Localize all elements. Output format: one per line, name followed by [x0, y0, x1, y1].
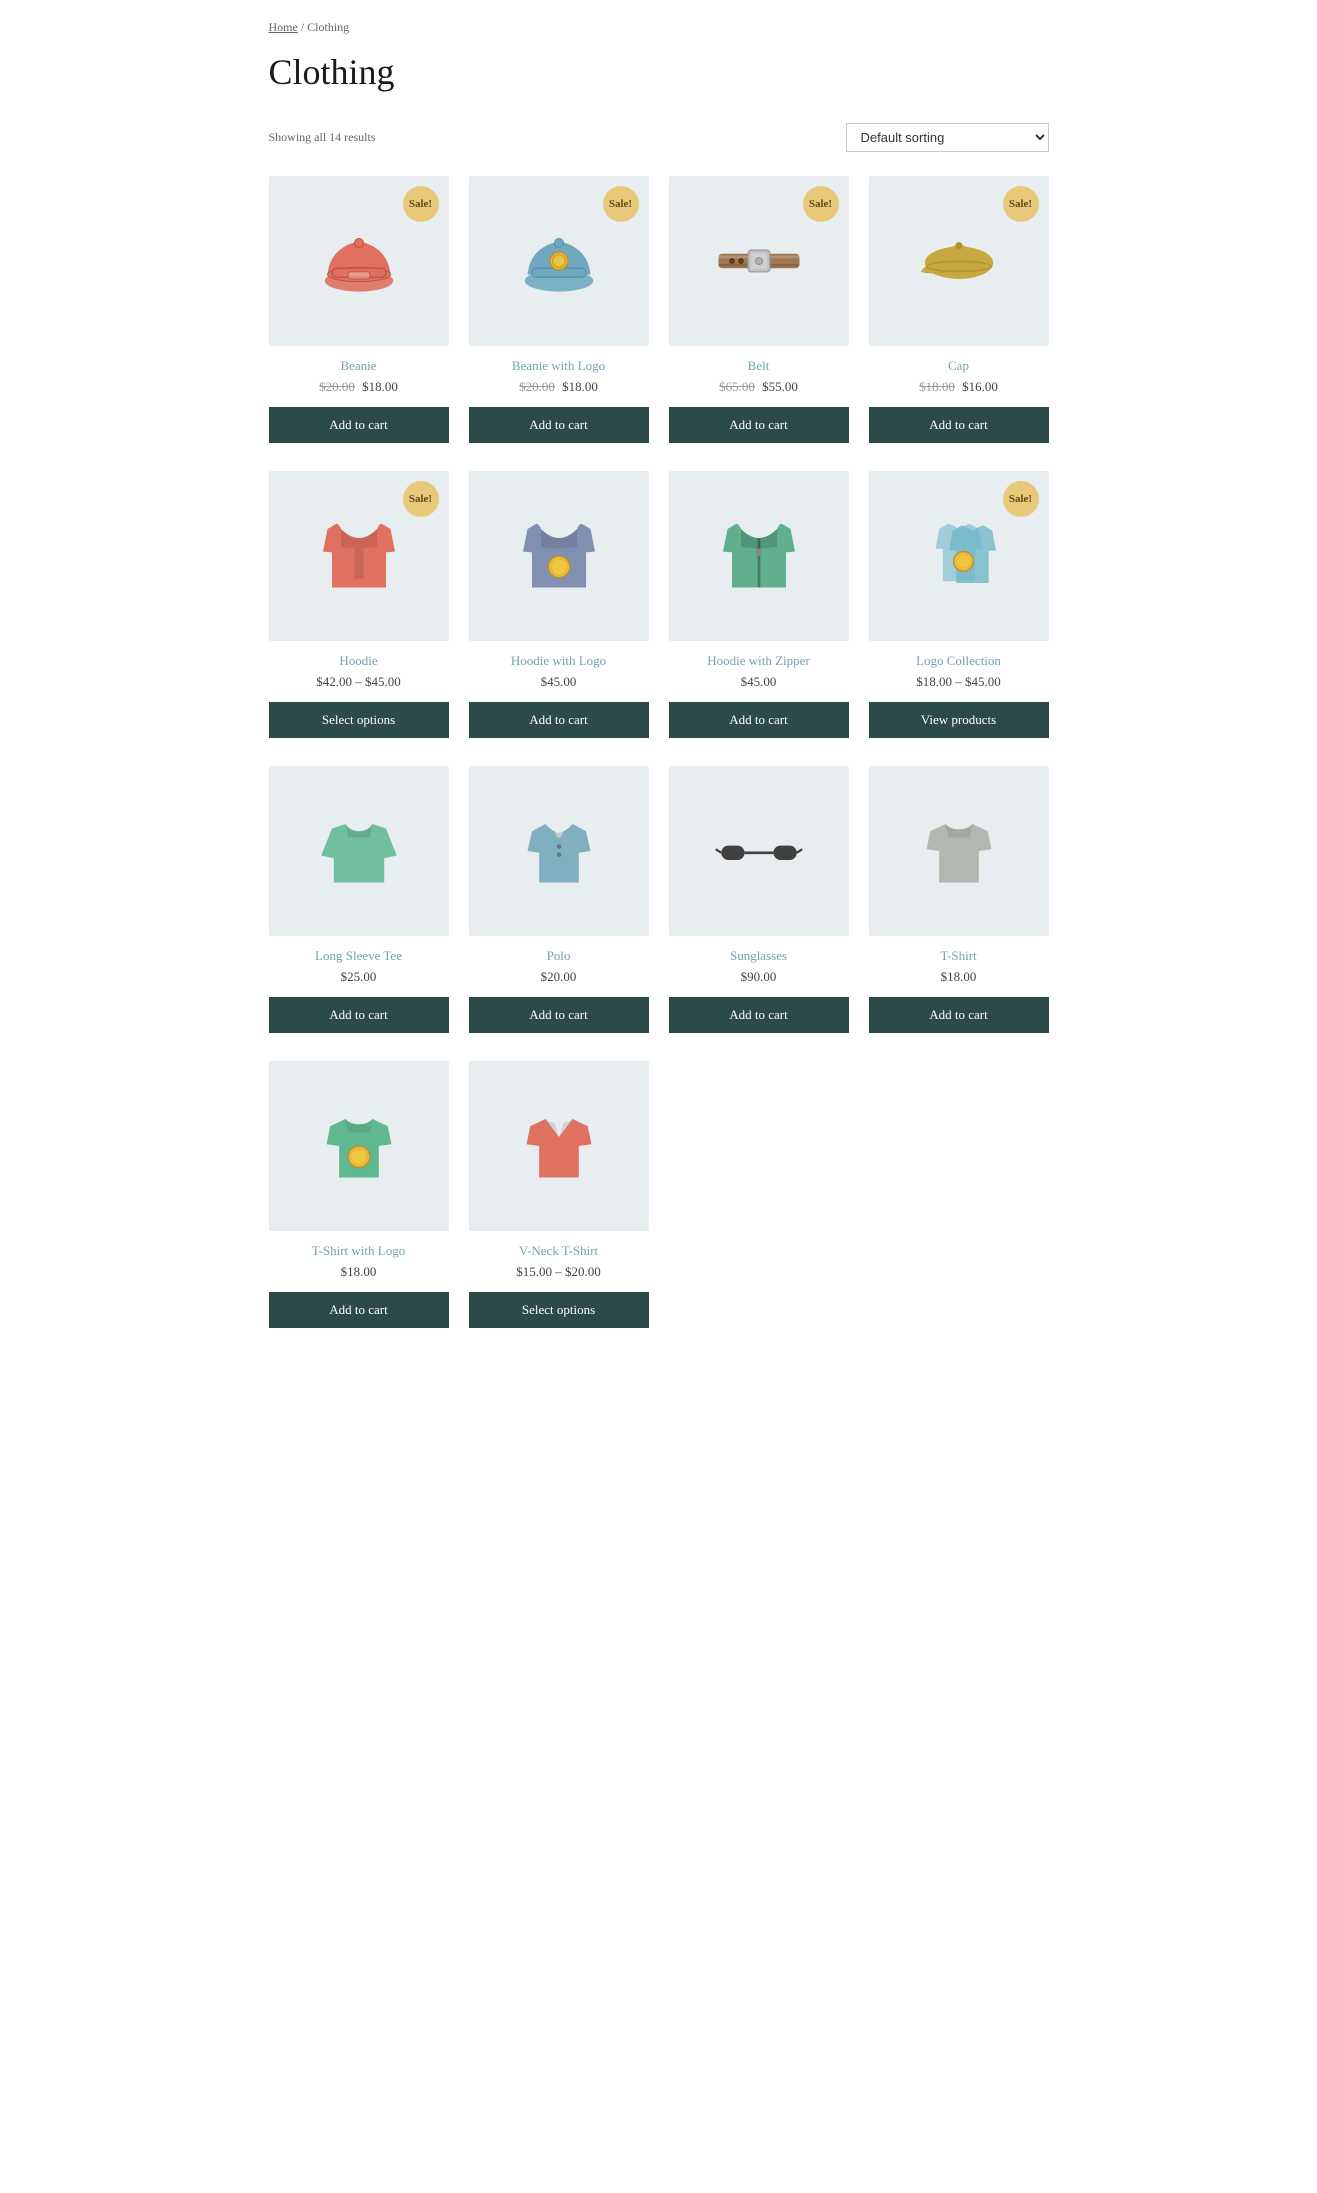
sale-badge: Sale!	[803, 186, 839, 222]
product-card: V-Neck T-Shirt $15.00 – $20.00 Select op…	[469, 1061, 649, 1328]
product-card: Sale! Hoodie $42.00 – $45.00 Select opti…	[269, 471, 449, 738]
add-to-cart-button[interactable]: Add to cart	[669, 407, 849, 443]
sale-badge: Sale!	[1003, 481, 1039, 517]
view-products-button[interactable]: View products	[869, 702, 1049, 738]
add-to-cart-button[interactable]: Add to cart	[469, 702, 649, 738]
product-card: Sale! Beanie $20.00 $18.00 Add to cart	[269, 176, 449, 443]
product-image	[489, 786, 629, 916]
product-image-wrap	[469, 1061, 649, 1231]
add-to-cart-button[interactable]: Add to cart	[669, 702, 849, 738]
product-name: Long Sleeve Tee	[315, 948, 402, 964]
select-options-button[interactable]: Select options	[469, 1292, 649, 1328]
add-to-cart-button[interactable]: Add to cart	[469, 997, 649, 1033]
product-image	[489, 491, 629, 621]
add-to-cart-button[interactable]: Add to cart	[269, 407, 449, 443]
product-price: $45.00	[541, 674, 577, 690]
product-card: Sale! Logo Collection $18.00 – $45.00 Vi…	[869, 471, 1049, 738]
add-to-cart-button[interactable]: Add to cart	[869, 997, 1049, 1033]
product-name: V-Neck T-Shirt	[519, 1243, 598, 1259]
product-price: $20.00 $18.00	[319, 379, 398, 395]
product-price: $20.00	[541, 969, 577, 985]
page-wrapper: Home / Clothing Clothing Showing all 14 …	[229, 0, 1089, 1388]
product-name: Hoodie with Zipper	[707, 653, 810, 669]
product-price: $90.00	[741, 969, 777, 985]
breadcrumb: Home / Clothing	[269, 20, 1049, 35]
product-price: $20.00 $18.00	[519, 379, 598, 395]
sale-badge: Sale!	[403, 186, 439, 222]
product-price: $18.00 $16.00	[919, 379, 998, 395]
product-image	[289, 1081, 429, 1211]
product-image-wrap	[469, 766, 649, 936]
product-image-wrap: Sale!	[669, 176, 849, 346]
product-card: T-Shirt with Logo $18.00 Add to cart	[269, 1061, 449, 1328]
sale-badge: Sale!	[603, 186, 639, 222]
add-to-cart-button[interactable]: Add to cart	[269, 997, 449, 1033]
product-price: $65.00 $55.00	[719, 379, 798, 395]
product-card: Sale! Beanie with Logo $20.00 $18.00 Add…	[469, 176, 649, 443]
product-card: Polo $20.00 Add to cart	[469, 766, 649, 1033]
product-name: Beanie	[340, 358, 376, 374]
add-to-cart-button[interactable]: Add to cart	[869, 407, 1049, 443]
product-price: $18.00 – $45.00	[916, 674, 1001, 690]
product-price: $18.00	[941, 969, 977, 985]
product-price: $25.00	[341, 969, 377, 985]
product-image	[489, 1081, 629, 1211]
product-name: T-Shirt with Logo	[312, 1243, 405, 1259]
toolbar: Showing all 14 results Default sorting S…	[269, 123, 1049, 152]
product-name: T-Shirt	[940, 948, 976, 964]
product-image-wrap: Sale!	[869, 176, 1049, 346]
product-name: Sunglasses	[730, 948, 787, 964]
product-price: $18.00	[341, 1264, 377, 1280]
product-name: Hoodie	[339, 653, 377, 669]
product-card: Sunglasses $90.00 Add to cart	[669, 766, 849, 1033]
product-name: Polo	[547, 948, 571, 964]
product-name: Cap	[948, 358, 969, 374]
product-name: Logo Collection	[916, 653, 1001, 669]
product-price: $15.00 – $20.00	[516, 1264, 601, 1280]
product-card: Hoodie with Logo $45.00 Add to cart	[469, 471, 649, 738]
product-image-wrap: Sale!	[869, 471, 1049, 641]
result-count: Showing all 14 results	[269, 130, 376, 145]
breadcrumb-current: Clothing	[307, 20, 349, 34]
product-image-wrap: Sale!	[469, 176, 649, 346]
product-card: Long Sleeve Tee $25.00 Add to cart	[269, 766, 449, 1033]
product-image	[689, 491, 829, 621]
add-to-cart-button[interactable]: Add to cart	[469, 407, 649, 443]
product-card: Sale! Cap $18.00 $16.00 Add to cart	[869, 176, 1049, 443]
product-card: Hoodie with Zipper $45.00 Add to cart	[669, 471, 849, 738]
product-card: T-Shirt $18.00 Add to cart	[869, 766, 1049, 1033]
product-name: Hoodie with Logo	[511, 653, 606, 669]
product-image-wrap	[469, 471, 649, 641]
product-card: Sale! Belt $65.00 $55.00 Add to cart	[669, 176, 849, 443]
products-grid: Sale! Beanie $20.00 $18.00 Add to cart S…	[269, 176, 1049, 1328]
product-price: $42.00 – $45.00	[316, 674, 401, 690]
product-name: Beanie with Logo	[512, 358, 605, 374]
product-image	[289, 786, 429, 916]
sort-select[interactable]: Default sorting Sort by popularity Sort …	[846, 123, 1049, 152]
product-image-wrap	[669, 766, 849, 936]
product-image	[889, 786, 1029, 916]
product-image-wrap	[269, 1061, 449, 1231]
add-to-cart-button[interactable]: Add to cart	[669, 997, 849, 1033]
product-image	[689, 786, 829, 916]
add-to-cart-button[interactable]: Add to cart	[269, 1292, 449, 1328]
sale-badge: Sale!	[1003, 186, 1039, 222]
product-image-wrap	[269, 766, 449, 936]
product-image-wrap	[869, 766, 1049, 936]
sale-badge: Sale!	[403, 481, 439, 517]
breadcrumb-home[interactable]: Home	[269, 20, 298, 34]
product-image-wrap	[669, 471, 849, 641]
select-options-button[interactable]: Select options	[269, 702, 449, 738]
product-image-wrap: Sale!	[269, 471, 449, 641]
product-price: $45.00	[741, 674, 777, 690]
page-title: Clothing	[269, 51, 1049, 93]
product-image-wrap: Sale!	[269, 176, 449, 346]
product-name: Belt	[748, 358, 770, 374]
